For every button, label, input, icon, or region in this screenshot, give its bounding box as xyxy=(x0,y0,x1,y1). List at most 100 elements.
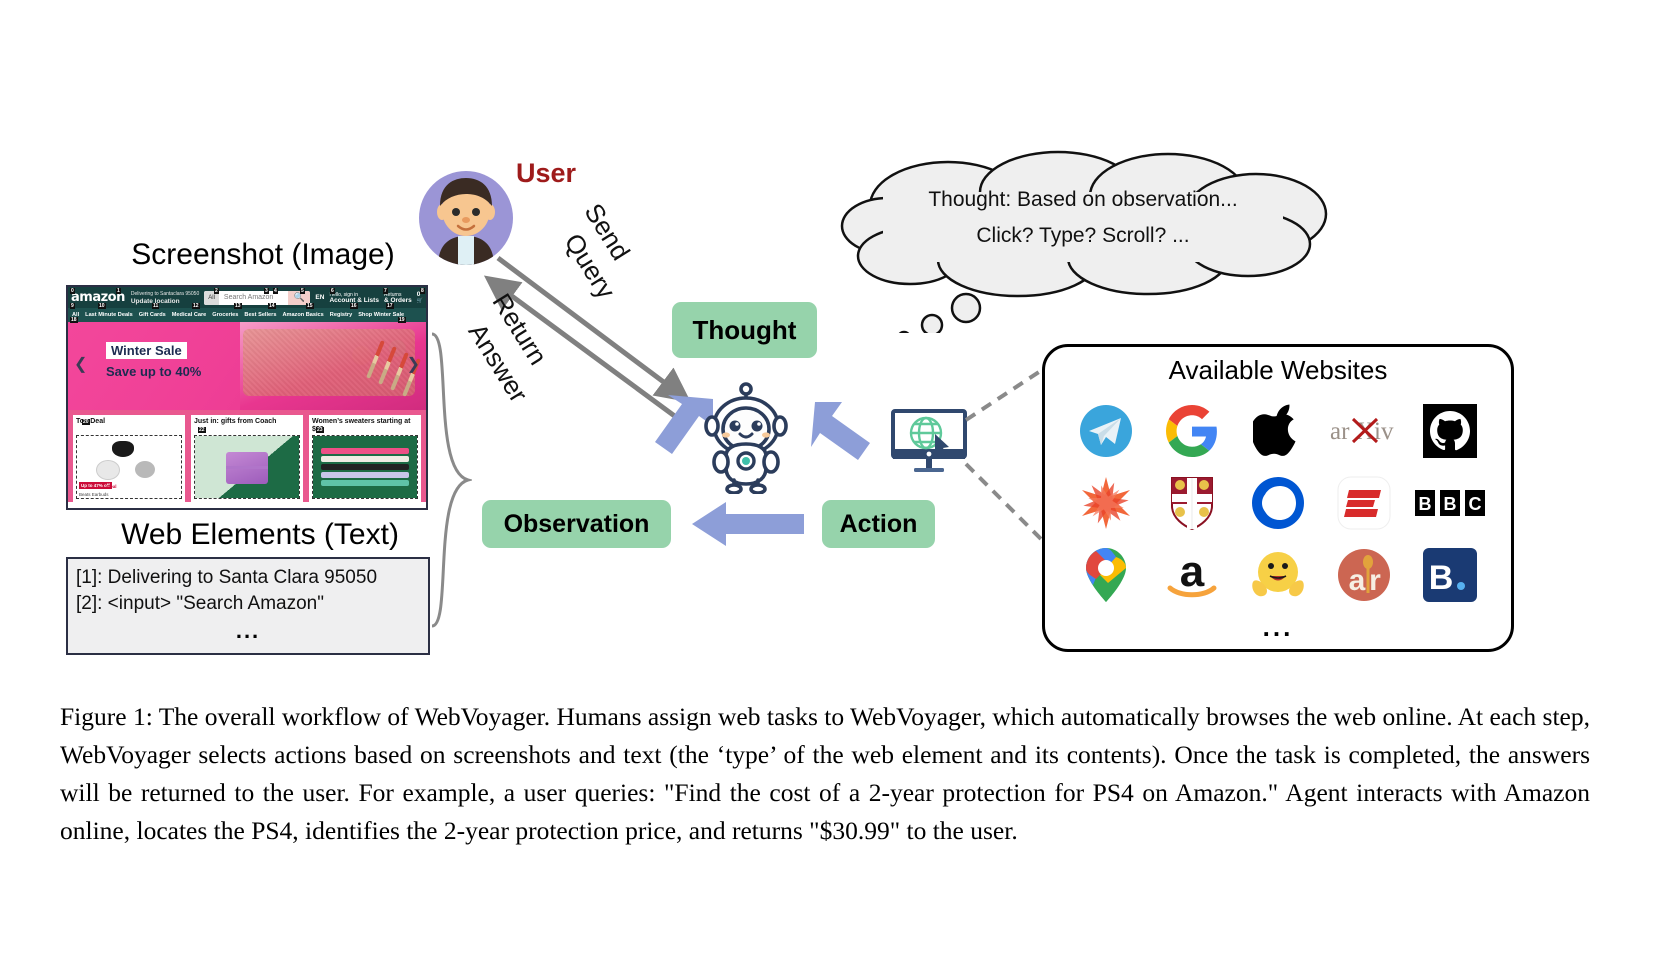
amazon-card[interactable]: Women’s sweaters starting at $20 xyxy=(309,415,421,502)
element-number-badge: 1 xyxy=(116,288,121,294)
element-number-badge: 12 xyxy=(192,303,200,309)
element-number-badge: 7 xyxy=(383,288,388,294)
element-number-badge: 14 xyxy=(268,303,276,309)
available-websites-title: Available Websites xyxy=(1168,355,1388,385)
element-number-badge: 11 xyxy=(152,303,160,309)
amazon-card-title: Top Deal xyxy=(76,418,106,425)
carousel-prev-icon[interactable]: ❮ xyxy=(74,354,87,374)
hero-title: Winter Sale xyxy=(106,342,187,359)
amazon-screenshot-thumbnail: amazon Delivering to Santaclara 95050 Up… xyxy=(66,285,428,510)
element-number-badge: 18 xyxy=(70,317,78,323)
hero-text-group: Winter Sale Save up to 40% xyxy=(106,342,201,379)
screenshot-section-label: Screenshot (Image) xyxy=(131,238,395,271)
amazon-orders-menu[interactable]: Returns & Orders xyxy=(384,292,412,304)
available-websites-panel: Available Websites ar iv B B C a a r B .… xyxy=(1042,344,1514,652)
svg-text:a: a xyxy=(1349,564,1366,597)
amazon-nav-item[interactable]: Medical Care xyxy=(172,312,207,318)
bbc-icon[interactable]: B B C xyxy=(1415,474,1485,532)
web-elements-text-box: [1]: Delivering to Santa Clara 95050 [2]… xyxy=(66,557,430,655)
web-element-line: [1]: Delivering to Santa Clara 95050 xyxy=(76,567,378,588)
amazon-search-bar[interactable]: All Search Amazon 🔍 xyxy=(204,290,311,305)
telegram-icon[interactable] xyxy=(1077,402,1135,460)
github-icon[interactable] xyxy=(1421,402,1479,460)
coach-bag-image xyxy=(195,436,299,498)
amazon-language-selector[interactable]: EN xyxy=(315,293,325,301)
element-number-badge: 17 xyxy=(386,303,394,309)
cambridge-dictionary-icon[interactable] xyxy=(1163,474,1221,532)
amazon-card-body xyxy=(312,435,418,499)
huggingface-icon[interactable] xyxy=(1249,546,1307,604)
amazon-delivery-location: Delivering to Santaclara 95050 Update lo… xyxy=(131,291,199,305)
apple-icon[interactable] xyxy=(1249,402,1307,460)
amazon-card-title: Women’s sweaters starting at $20 xyxy=(312,418,411,433)
amazon-nav-item[interactable]: Registry xyxy=(330,312,352,318)
amazon-account-menu[interactable]: Hello, sign in Account & Lists xyxy=(329,292,378,304)
available-websites-ellipsis: ... xyxy=(1262,612,1294,642)
thought-cloud-line1: Thought: Based on observation... xyxy=(928,188,1238,211)
thought-cloud-text: Thought: Based on observation... Click? … xyxy=(828,148,1338,254)
element-number-badge: 6 xyxy=(330,288,335,294)
amazon-card-body: Up to 47% off Deal Beats Earbuds xyxy=(76,435,182,499)
espn-icon[interactable] xyxy=(1335,474,1393,532)
element-number-badge: 9 xyxy=(70,303,75,309)
amazon-delivery-small: Delivering to Santaclara 95050 xyxy=(130,290,200,297)
element-number-badge: 13 xyxy=(234,303,242,309)
thought-cloud-line2: Click? Type? Scroll? ... xyxy=(976,224,1190,247)
sweaters-image xyxy=(313,436,417,498)
grouping-brace xyxy=(431,332,472,628)
amazon-card[interactable]: Just in: gifts from Coach xyxy=(191,415,303,502)
carousel-next-icon[interactable]: ❯ xyxy=(407,354,420,374)
amazon-nav-item[interactable]: Groceries xyxy=(212,312,238,318)
svg-text:ar: ar xyxy=(1330,418,1350,445)
allrecipes-icon[interactable]: a r xyxy=(1335,546,1393,604)
amazon-nav-bar: All Last Minute Deals Gift Cards Medical… xyxy=(68,308,426,322)
element-number-badge: 5 xyxy=(300,288,305,294)
browser-monitor-icon xyxy=(891,409,967,472)
coursera-icon[interactable] xyxy=(1249,474,1307,532)
agent-to-action-arrow xyxy=(811,402,870,460)
amazon-icon[interactable]: a xyxy=(1163,546,1221,604)
robot-agent-icon xyxy=(704,382,788,494)
element-number-badge: 20 xyxy=(82,419,90,425)
element-number-badge: 15 xyxy=(306,303,314,309)
amazon-card-row: Top Deal Up to 47% off Deal Beats Earbud… xyxy=(68,410,426,502)
sweater-stack xyxy=(321,448,409,488)
google-icon[interactable] xyxy=(1163,402,1221,460)
observation-pill: Observation xyxy=(482,500,671,548)
amazon-nav-item[interactable]: Gift Cards xyxy=(139,312,166,318)
amazon-card[interactable]: Top Deal Up to 47% off Deal Beats Earbud… xyxy=(73,415,185,502)
web-element-line: [2]: <input> "Search Amazon" xyxy=(76,593,324,614)
bag-shape xyxy=(226,452,268,485)
wolfram-alpha-icon[interactable] xyxy=(1077,474,1135,532)
web-elements-section-label: Web Elements (Text) xyxy=(121,518,399,551)
figure-canvas: Screenshot (Image) amazon Delivering to … xyxy=(0,0,1654,956)
amazon-nav-item[interactable]: Best Sellers xyxy=(244,312,276,318)
element-number-badge: 19 xyxy=(398,317,406,323)
amazon-search-input[interactable]: Search Amazon xyxy=(218,290,289,305)
amazon-language-label: EN xyxy=(315,293,325,301)
element-number-badge: 22 xyxy=(198,427,206,433)
amazon-card-title: Just in: gifts from Coach xyxy=(194,418,277,425)
element-number-badge: 16 xyxy=(350,303,358,309)
element-number-badge: 8 xyxy=(420,288,425,294)
svg-text:r: r xyxy=(1369,564,1381,597)
action-to-observation-arrow xyxy=(692,502,804,546)
element-number-badge: 4 xyxy=(273,288,278,294)
svg-text:a: a xyxy=(1180,548,1205,596)
amazon-card-body xyxy=(194,435,300,499)
user-label: User xyxy=(516,158,577,188)
thought-pill: Thought xyxy=(672,302,817,358)
google-maps-icon[interactable] xyxy=(1077,546,1135,604)
action-pill: Action xyxy=(822,500,935,548)
arxiv-icon[interactable]: ar X iv xyxy=(1329,402,1399,460)
svg-text:B: B xyxy=(1429,559,1454,597)
figure-caption: Figure 1: The overall workflow of WebVoy… xyxy=(60,702,1590,845)
hero-subtitle: Save up to 40% xyxy=(106,364,202,379)
web-elements-ellipsis: ... xyxy=(235,618,261,643)
amazon-card-caption: Beats Earbuds xyxy=(79,492,109,497)
amazon-nav-item[interactable]: Amazon Basics xyxy=(282,312,323,318)
amazon-nav-item[interactable]: Last Minute Deals xyxy=(85,312,133,318)
booking-icon[interactable]: B xyxy=(1421,546,1479,604)
amazon-card-deal-word: Deal xyxy=(107,484,117,489)
element-number-badge: 3 xyxy=(264,288,269,294)
